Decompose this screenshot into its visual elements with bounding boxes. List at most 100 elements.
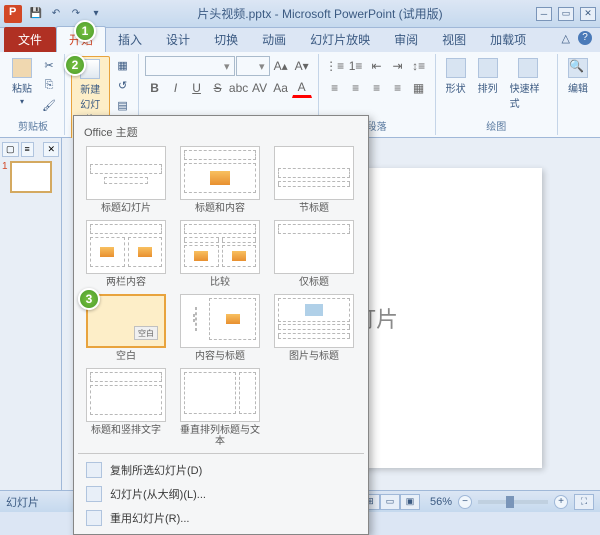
layout-comparison[interactable]: 比较 [176, 220, 264, 288]
layout-gallery: Office 主题 标题幻灯片 标题和内容 节标题 两栏内容 比较 仅标题 空白… [73, 115, 369, 535]
app-icon [4, 5, 22, 23]
zoom-controls: 56% − + ⛶ [430, 494, 594, 510]
layout-picture-caption[interactable]: 图片与标题 [270, 294, 358, 362]
char-spacing-icon[interactable]: AV [250, 78, 270, 98]
callout-1: 1 [74, 20, 96, 42]
find-button[interactable]: 🔍 编辑 [564, 56, 592, 97]
quick-styles-icon [518, 58, 538, 78]
callout-2: 2 [64, 54, 86, 76]
bullets-icon[interactable]: ⋮≡ [325, 56, 345, 76]
font-color-icon[interactable]: A [292, 78, 312, 98]
increase-font-icon[interactable]: A▴ [271, 56, 291, 76]
group-editing: 🔍 编辑 [558, 54, 598, 135]
outline-panel-tab[interactable]: ≡ [21, 142, 34, 157]
tab-insert[interactable]: 插入 [106, 27, 154, 52]
layout-title-vertical-text[interactable]: 标题和竖排文字 [82, 368, 170, 447]
zoom-slider[interactable] [478, 500, 548, 504]
numbering-icon[interactable]: 1≡ [346, 56, 366, 76]
layout-two-content[interactable]: 两栏内容 [82, 220, 170, 288]
paste-button[interactable]: 粘贴 ▾ [8, 56, 36, 108]
callout-3: 3 [78, 288, 100, 310]
font-size-select[interactable]: ▾ [236, 56, 270, 76]
fit-window-button[interactable]: ⛶ [574, 494, 594, 510]
tab-view[interactable]: 视图 [430, 27, 478, 52]
section-icon[interactable]: ▤ [114, 96, 132, 114]
tab-design[interactable]: 设计 [154, 27, 202, 52]
underline-button[interactable]: U [187, 78, 207, 98]
layout-content-caption[interactable]: 内容与标题 [176, 294, 264, 362]
thumbnail-panel: ▢ ≡ ✕ 1 [0, 138, 62, 490]
increase-indent-icon[interactable]: ⇥ [388, 56, 408, 76]
strikethrough-button[interactable]: S [208, 78, 228, 98]
paste-icon [12, 58, 32, 78]
slides-panel-tab[interactable]: ▢ [2, 142, 19, 157]
align-right-icon[interactable]: ≡ [367, 78, 387, 98]
duplicate-icon [86, 462, 102, 478]
bold-button[interactable]: B [145, 78, 165, 98]
shadow-button[interactable]: abc [229, 78, 249, 98]
justify-icon[interactable]: ≡ [388, 78, 408, 98]
status-slide-label: 幻灯片 [6, 494, 39, 510]
slide-thumbnail[interactable]: 1 [2, 161, 59, 193]
format-painter-icon[interactable]: 🖌 [40, 96, 58, 114]
decrease-indent-icon[interactable]: ⇤ [367, 56, 387, 76]
font-family-select[interactable]: ▾ [145, 56, 235, 76]
italic-button[interactable]: I [166, 78, 186, 98]
layout-icon[interactable]: ▦ [114, 56, 132, 74]
decrease-font-icon[interactable]: A▾ [292, 56, 312, 76]
help-icon[interactable]: ? [578, 31, 592, 45]
save-icon[interactable]: 💾 [28, 6, 44, 22]
layout-title-only[interactable]: 仅标题 [270, 220, 358, 288]
gallery-header: Office 主题 [78, 120, 364, 144]
layout-title-content[interactable]: 标题和内容 [176, 146, 264, 214]
quick-access-toolbar: 💾 ↶ ↷ ▾ [28, 6, 104, 22]
minimize-button[interactable]: ─ [536, 7, 552, 21]
group-clipboard: 粘贴 ▾ ✂ ⎘ 🖌 剪贴板 [2, 54, 65, 135]
chevron-down-icon: ▾ [20, 97, 24, 106]
thumb-number: 1 [2, 161, 8, 172]
shapes-icon [446, 58, 466, 78]
menu-from-outline[interactable]: 幻灯片(从大纲)(L)... [78, 482, 364, 506]
tab-transitions[interactable]: 切换 [202, 27, 250, 52]
reset-icon[interactable]: ↺ [114, 76, 132, 94]
quick-styles-button[interactable]: 快速样式 [506, 56, 551, 112]
window-controls: ─ ▭ ✕ [536, 7, 596, 21]
undo-icon[interactable]: ↶ [48, 6, 64, 22]
layout-section-header[interactable]: 节标题 [270, 146, 358, 214]
maximize-button[interactable]: ▭ [558, 7, 574, 21]
shapes-button[interactable]: 形状 [442, 56, 470, 97]
slideshow-view-button[interactable]: ▣ [400, 494, 420, 510]
cut-icon[interactable]: ✂ [40, 56, 58, 74]
group-clipboard-label: 剪贴板 [8, 116, 58, 133]
line-spacing-icon[interactable]: ↕≡ [409, 56, 429, 76]
close-button[interactable]: ✕ [580, 7, 596, 21]
reading-view-button[interactable]: ▭ [380, 494, 400, 510]
tab-review[interactable]: 审阅 [382, 27, 430, 52]
tab-slideshow[interactable]: 幻灯片放映 [298, 27, 382, 52]
align-center-icon[interactable]: ≡ [346, 78, 366, 98]
columns-icon[interactable]: ▦ [409, 78, 429, 98]
layout-vertical-title-text[interactable]: 垂直排列标题与文本 [176, 368, 264, 447]
tab-animations[interactable]: 动画 [250, 27, 298, 52]
align-left-icon[interactable]: ≡ [325, 78, 345, 98]
paste-label: 粘贴 [12, 80, 32, 95]
layout-title-slide[interactable]: 标题幻灯片 [82, 146, 170, 214]
thumb-preview [10, 161, 52, 193]
menu-duplicate-slides[interactable]: 复制所选幻灯片(D) [78, 458, 364, 482]
qat-customize-icon[interactable]: ▾ [88, 6, 104, 22]
tab-addins[interactable]: 加载项 [478, 27, 538, 52]
arrange-icon [478, 58, 498, 78]
ribbon-minimize-icon[interactable]: △ [562, 32, 570, 45]
outline-icon [86, 486, 102, 502]
copy-icon[interactable]: ⎘ [40, 76, 58, 94]
zoom-out-button[interactable]: − [458, 495, 472, 509]
arrange-button[interactable]: 排列 [474, 56, 502, 97]
change-case-icon[interactable]: Aa [271, 78, 291, 98]
menu-reuse-slides[interactable]: 重用幻灯片(R)... [78, 506, 364, 530]
redo-icon[interactable]: ↷ [68, 6, 84, 22]
panel-close-icon[interactable]: ✕ [43, 142, 59, 157]
blank-badge: 空白 [134, 326, 158, 340]
group-drawing: 形状 排列 快速样式 绘图 [436, 54, 558, 135]
tab-file[interactable]: 文件 [4, 27, 56, 52]
zoom-in-button[interactable]: + [554, 495, 568, 509]
